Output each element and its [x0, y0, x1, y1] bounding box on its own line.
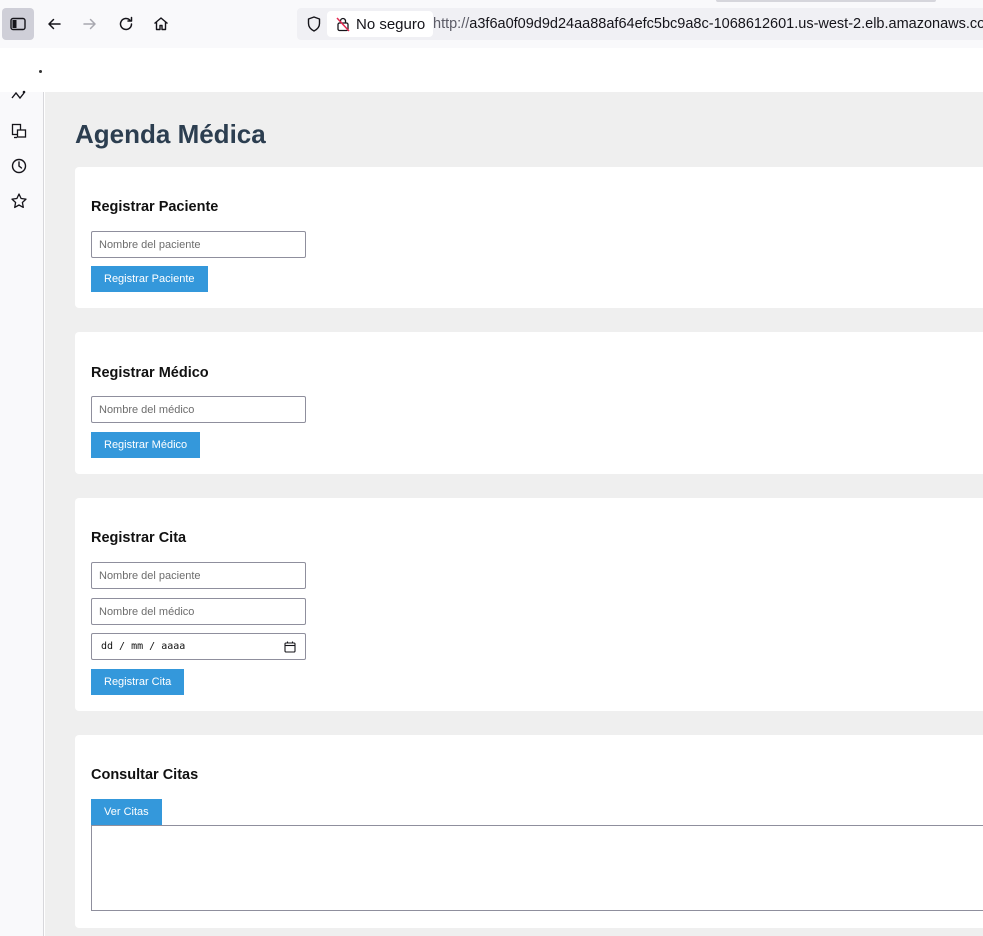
home-icon — [154, 17, 168, 31]
browser-sidebar — [0, 90, 44, 936]
calendar-icon[interactable] — [284, 641, 296, 653]
reload-button[interactable] — [110, 8, 142, 40]
query-appointments-card: Consultar Citas Ver Citas — [75, 735, 983, 928]
security-indicator[interactable]: No seguro — [327, 11, 434, 37]
home-button[interactable] — [145, 8, 177, 40]
arrow-left-icon — [48, 18, 61, 30]
back-button[interactable] — [38, 8, 70, 40]
view-appointments-button[interactable]: Ver Citas — [91, 799, 162, 825]
appointments-results-area[interactable] — [91, 825, 983, 911]
browser-toolbar: No seguro http://a3f6a0f09d9d24aa88af64e… — [0, 0, 983, 48]
clock-icon — [11, 158, 27, 174]
register-patient-heading: Registrar Paciente — [91, 199, 219, 215]
insecure-lock-icon — [336, 17, 350, 32]
dot-marker — [39, 70, 42, 73]
register-appointment-button[interactable]: Registrar Cita — [91, 669, 185, 695]
date-placeholder: dd / mm / aaaa — [101, 641, 186, 652]
register-appointment-card: Registrar Cita dd / mm / aaaa Registrar … — [75, 498, 983, 711]
page-header-strip — [0, 48, 983, 92]
url-host: a3f6a0f09d9d24aa88af64efc5bc9a8c-1068612… — [469, 16, 983, 32]
appointment-doctor-input[interactable] — [91, 598, 306, 625]
register-doctor-button[interactable]: Registrar Médico — [91, 432, 201, 458]
star-icon — [11, 193, 27, 209]
arrow-right-icon — [83, 18, 96, 30]
sparkle-icon — [11, 90, 26, 100]
register-doctor-card: Registrar Médico Registrar Médico — [75, 332, 983, 474]
register-patient-button[interactable]: Registrar Paciente — [91, 266, 208, 292]
sidebar-synced-tabs-button[interactable] — [10, 122, 30, 142]
shield-icon[interactable] — [305, 15, 323, 33]
page-title: Agenda Médica — [75, 119, 266, 149]
register-appointment-heading: Registrar Cita — [91, 530, 187, 546]
sidebar-toggle-button[interactable] — [2, 8, 34, 40]
sidebar-history-button[interactable] — [10, 157, 30, 177]
page-content: Agenda Médica Registrar Paciente Registr… — [45, 92, 983, 936]
forward-button[interactable] — [74, 8, 106, 40]
url-text[interactable]: http://a3f6a0f09d9d24aa88af64efc5bc9a8c-… — [433, 16, 983, 32]
devices-icon — [11, 123, 27, 139]
doctor-name-input[interactable] — [91, 396, 306, 423]
appointment-patient-input[interactable] — [91, 562, 306, 589]
register-patient-card: Registrar Paciente Registrar Paciente — [75, 167, 983, 308]
sidebar-icon — [10, 17, 26, 31]
reload-icon — [119, 16, 133, 31]
sidebar-ai-button[interactable] — [10, 88, 30, 108]
query-appointments-heading: Consultar Citas — [91, 767, 199, 783]
url-bar[interactable]: No seguro http://a3f6a0f09d9d24aa88af64e… — [297, 8, 983, 40]
url-scheme: http:// — [433, 16, 470, 32]
register-doctor-heading: Registrar Médico — [91, 365, 209, 381]
appointment-date-input[interactable]: dd / mm / aaaa — [91, 633, 306, 660]
sidebar-bookmarks-button[interactable] — [10, 192, 30, 212]
security-label: No seguro — [356, 15, 426, 33]
tab-indicator — [716, 0, 936, 2]
patient-name-input[interactable] — [91, 231, 306, 258]
